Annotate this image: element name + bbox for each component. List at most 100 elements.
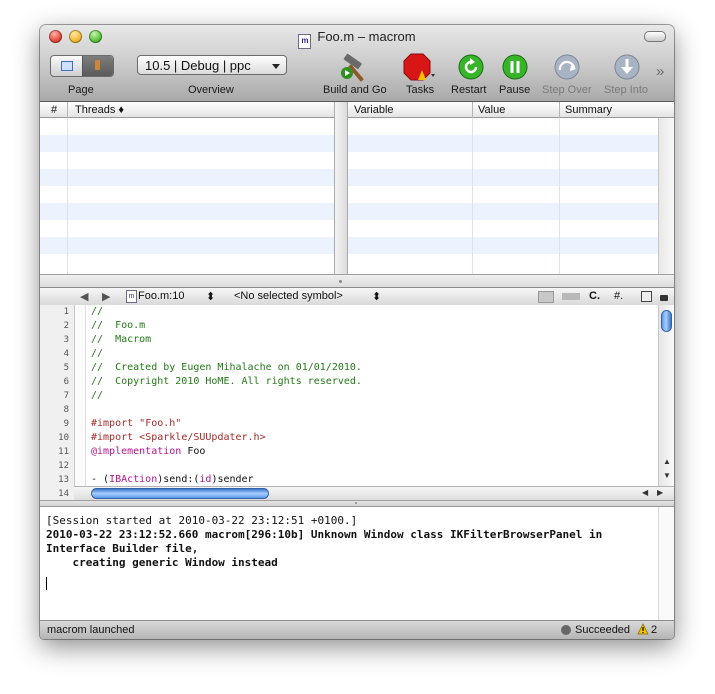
- table-row[interactable]: [348, 118, 658, 135]
- table-row[interactable]: [40, 152, 334, 169]
- pause-button[interactable]: [501, 53, 529, 86]
- table-row[interactable]: [40, 203, 334, 220]
- code-line[interactable]: //: [91, 390, 103, 401]
- editor-scroll-thumb[interactable]: [661, 310, 672, 332]
- scroll-up-arrow-icon[interactable]: ▲: [663, 457, 671, 466]
- code-line[interactable]: // Macrom: [91, 334, 151, 345]
- includes-popup[interactable]: #.: [614, 290, 623, 302]
- threads-table-header: # Threads ♦: [40, 102, 334, 118]
- table-row[interactable]: [348, 152, 658, 169]
- class-hierarchy-popup[interactable]: C.: [589, 290, 600, 302]
- bookmarks-icon[interactable]: [538, 291, 554, 303]
- file-popup-arrows-icon: ⬍: [206, 291, 216, 303]
- table-row[interactable]: [348, 220, 658, 237]
- code-line[interactable]: #import <Sparkle/SUUpdater.h>: [91, 432, 266, 443]
- debugger-upper-pane: # Threads ♦ Variable Value Summary: [40, 102, 674, 274]
- code-token: // Created by Eugen Mihalache on 01/01/2…: [91, 362, 362, 373]
- file-popup[interactable]: Foo.m:10: [138, 290, 184, 302]
- line-number: 11: [58, 447, 69, 457]
- table-row[interactable]: [40, 186, 334, 203]
- threads-table-body[interactable]: [40, 118, 334, 271]
- table-row[interactable]: [40, 254, 334, 271]
- variables-col-summary[interactable]: Summary: [565, 102, 612, 118]
- build-and-go-label: Build and Go: [323, 84, 387, 96]
- code-line[interactable]: //: [91, 348, 103, 359]
- table-row[interactable]: [348, 237, 658, 254]
- code-token: IBAction: [109, 474, 158, 485]
- console-scrollbar[interactable]: [658, 507, 674, 621]
- table-row[interactable]: [348, 254, 658, 271]
- code-line[interactable]: @implementation Foo: [91, 446, 205, 457]
- header-divider: [472, 102, 473, 118]
- scroll-left-arrow-icon[interactable]: ◀: [642, 488, 648, 497]
- code-token: )sender: [211, 474, 254, 485]
- line-number: 13: [58, 475, 69, 485]
- variables-scrollbar[interactable]: [658, 118, 674, 274]
- table-row[interactable]: [40, 135, 334, 152]
- table-row[interactable]: [348, 169, 658, 186]
- threads-col-threads[interactable]: Threads ♦: [75, 102, 124, 118]
- table-row[interactable]: [40, 169, 334, 186]
- threads-col-index[interactable]: #: [51, 102, 57, 118]
- history-back-button[interactable]: ◀: [80, 290, 88, 303]
- variables-col-value[interactable]: Value: [478, 102, 505, 118]
- table-row[interactable]: [40, 220, 334, 237]
- line-number: 3: [63, 335, 69, 345]
- page-debugger-segment[interactable]: [81, 56, 113, 76]
- threads-variables-splitter[interactable]: [334, 102, 348, 274]
- pause-icon: [502, 54, 528, 80]
- code-line[interactable]: //: [91, 306, 103, 317]
- table-row[interactable]: [40, 118, 334, 135]
- breakpoints-icon[interactable]: [562, 293, 580, 300]
- build-result[interactable]: Succeeded: [575, 624, 630, 636]
- code-line[interactable]: // Copyright 2010 HoME. All rights reser…: [91, 376, 362, 387]
- editor-navigation-bar: ◀ ▶ m Foo.m:10 ⬍ <No selected symbol> ⬍ …: [40, 287, 674, 306]
- header-divider: [67, 102, 68, 118]
- scroll-down-arrow-icon[interactable]: ▼: [663, 471, 671, 480]
- step-into-button[interactable]: [613, 53, 641, 86]
- code-line[interactable]: - (IBAction)send:(id)sender: [91, 474, 254, 485]
- page-editor-segment[interactable]: [51, 56, 82, 76]
- restart-button[interactable]: [457, 53, 485, 86]
- code-line[interactable]: // Foo.m: [91, 320, 145, 331]
- line-number: 9: [63, 419, 69, 429]
- tasks-button[interactable]: [402, 52, 436, 87]
- table-row[interactable]: [348, 203, 658, 220]
- editor-horizontal-scrollbar[interactable]: ◀ ▶: [74, 486, 674, 500]
- page-segmented-control[interactable]: [50, 55, 114, 77]
- lock-icon[interactable]: [660, 295, 668, 301]
- editor-vertical-scrollbar[interactable]: ▲ ▼: [658, 305, 674, 486]
- line-number: 1: [63, 307, 69, 317]
- history-forward-button[interactable]: ▶: [102, 290, 110, 303]
- table-row[interactable]: [348, 135, 658, 152]
- xcode-window: m Foo.m – macrom Page 10.5 | Debug | ppc …: [40, 25, 674, 639]
- code-token: #import: [91, 432, 140, 443]
- symbol-popup[interactable]: <No selected symbol>: [234, 290, 343, 302]
- step-over-button[interactable]: [553, 53, 581, 86]
- header-divider: [559, 102, 560, 118]
- table-row[interactable]: [40, 237, 334, 254]
- build-and-go-button[interactable]: [340, 51, 376, 88]
- warning-icon[interactable]: [637, 623, 649, 638]
- status-message: macrom launched: [47, 624, 135, 636]
- overview-label: Overview: [188, 84, 234, 96]
- toolbar: m Foo.m – macrom Page 10.5 | Debug | ppc …: [40, 25, 674, 102]
- toolbar-overflow-button[interactable]: »: [656, 63, 664, 80]
- code-folding-ribbon[interactable]: [75, 305, 86, 500]
- line-number: 10: [58, 433, 69, 443]
- variables-table-body[interactable]: [348, 118, 658, 271]
- overview-popup[interactable]: 10.5 | Debug | ppc: [137, 55, 287, 75]
- code-line[interactable]: #import "Foo.h": [91, 418, 181, 429]
- toolbar-toggle-button[interactable]: [644, 31, 666, 42]
- status-bar: macrom launched Succeeded 2: [40, 620, 674, 639]
- code-editor[interactable]: 1 // 2 // Foo.m 3 // Macrom 4 // 5 // Created by …: [40, 305, 674, 500]
- line-number: 7: [63, 391, 69, 401]
- table-row[interactable]: [348, 186, 658, 203]
- counterpart-icon[interactable]: [641, 291, 652, 302]
- debugger-console[interactable]: [Session started at 2010-03-22 23:12:51 …: [40, 506, 674, 621]
- scroll-right-arrow-icon[interactable]: ▶: [657, 488, 663, 497]
- editor-hscroll-thumb[interactable]: [91, 488, 269, 499]
- variables-col-variable[interactable]: Variable: [354, 102, 394, 118]
- code-line[interactable]: // Created by Eugen Mihalache on 01/01/2…: [91, 362, 362, 373]
- upper-editor-splitter[interactable]: [40, 274, 674, 288]
